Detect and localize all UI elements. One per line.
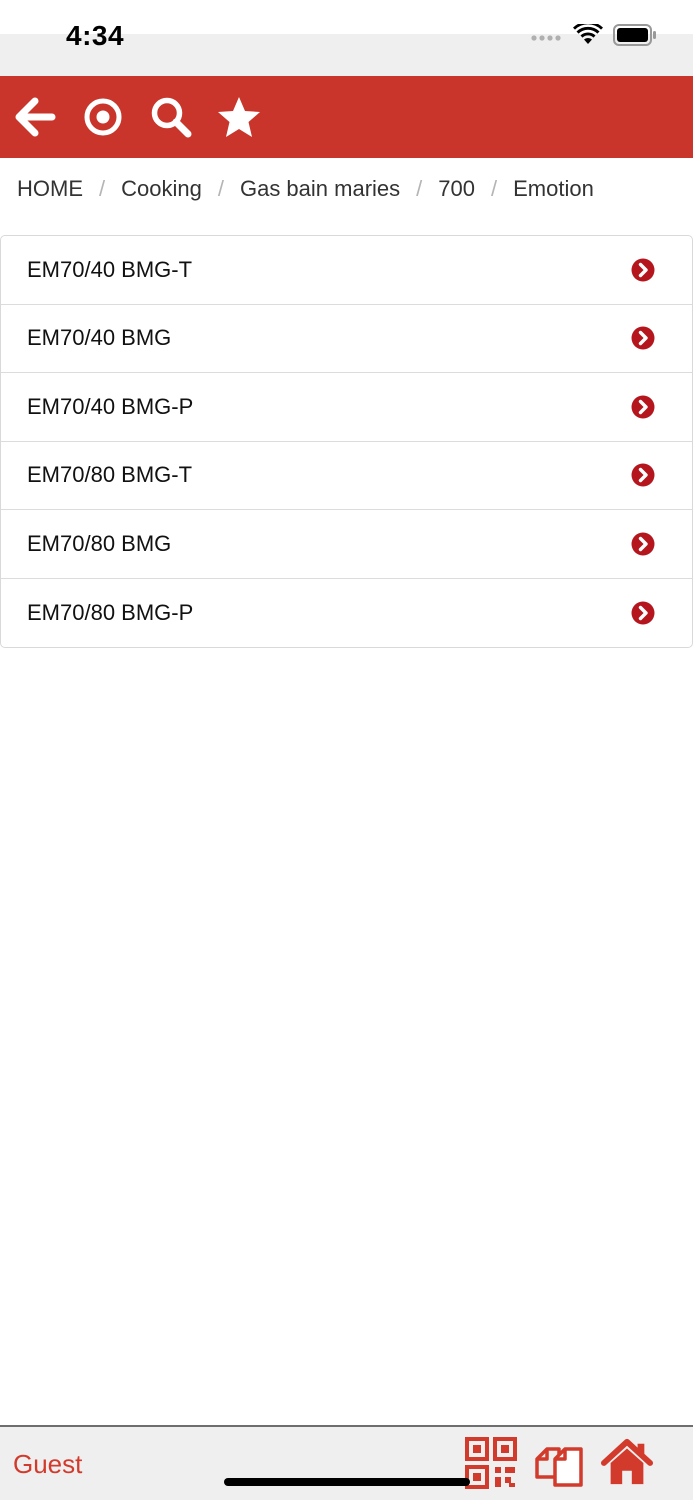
list-item[interactable]: EM70/80 BMG-T: [1, 442, 692, 510]
home-button[interactable]: [601, 1437, 653, 1489]
status-icons: [531, 21, 657, 51]
qr-scan-button[interactable]: [465, 1437, 517, 1489]
chevron-right-circle-icon: [631, 395, 655, 419]
breadcrumb-emotion[interactable]: Emotion: [513, 176, 594, 202]
list-item[interactable]: EM70/80 BMG: [1, 510, 692, 579]
product-list: EM70/40 BMG-T EM70/40 BMG EM70/40 BMG-P …: [0, 235, 693, 648]
list-item[interactable]: EM70/40 BMG-P: [1, 373, 692, 442]
breadcrumb-separator: /: [99, 176, 106, 201]
top-toolbar: [0, 76, 693, 158]
chevron-right-circle-icon: [631, 326, 655, 350]
favorites-button[interactable]: [216, 94, 262, 140]
list-item[interactable]: EM70/80 BMG-P: [1, 579, 692, 648]
search-icon: [151, 97, 192, 138]
list-item[interactable]: EM70/40 BMG-T: [1, 236, 692, 305]
qr-code-icon: [465, 1437, 517, 1489]
breadcrumb-separator: /: [416, 176, 423, 201]
breadcrumb-cooking[interactable]: Cooking: [121, 176, 202, 202]
breadcrumb-separator: /: [217, 176, 224, 201]
documents-icon: [535, 1447, 583, 1487]
target-icon: [84, 98, 122, 136]
bottom-bar: Guest: [0, 1425, 693, 1500]
list-item-label: EM70/80 BMG-T: [27, 462, 193, 488]
star-icon: [218, 97, 260, 137]
user-label[interactable]: Guest: [13, 1449, 82, 1480]
chevron-right-circle-icon: [631, 532, 655, 556]
breadcrumb-separator: /: [491, 176, 498, 201]
breadcrumb: HOME / Cooking / Gas bain maries / 700 /…: [17, 172, 594, 206]
locate-button[interactable]: [80, 94, 126, 140]
signal-icon: [531, 29, 563, 47]
list-item-label: EM70/80 BMG-P: [27, 599, 194, 625]
back-button[interactable]: [12, 94, 58, 140]
breadcrumb-gas-bain-maries[interactable]: Gas bain maries: [240, 176, 400, 202]
back-arrow-icon: [15, 97, 56, 137]
wifi-icon: [573, 21, 603, 51]
list-item[interactable]: EM70/40 BMG: [1, 305, 692, 373]
documents-button[interactable]: [533, 1437, 585, 1489]
chevron-right-circle-icon: [631, 463, 655, 487]
breadcrumb-home[interactable]: HOME: [17, 176, 83, 202]
breadcrumb-700[interactable]: 700: [438, 176, 475, 202]
chevron-right-circle-icon: [631, 601, 655, 625]
chevron-right-circle-icon: [631, 258, 655, 282]
list-item-label: EM70/40 BMG: [27, 325, 172, 351]
bottom-actions: [465, 1437, 653, 1489]
list-item-label: EM70/40 BMG-P: [27, 393, 194, 419]
status-bar: 4:34: [0, 0, 693, 76]
home-icon: [601, 1438, 653, 1485]
home-indicator: [224, 1478, 470, 1486]
list-item-label: EM70/80 BMG: [27, 530, 172, 556]
battery-icon: [613, 24, 657, 51]
status-time: 4:34: [66, 20, 125, 51]
search-button[interactable]: [148, 94, 194, 140]
list-item-label: EM70/40 BMG-T: [27, 256, 193, 282]
